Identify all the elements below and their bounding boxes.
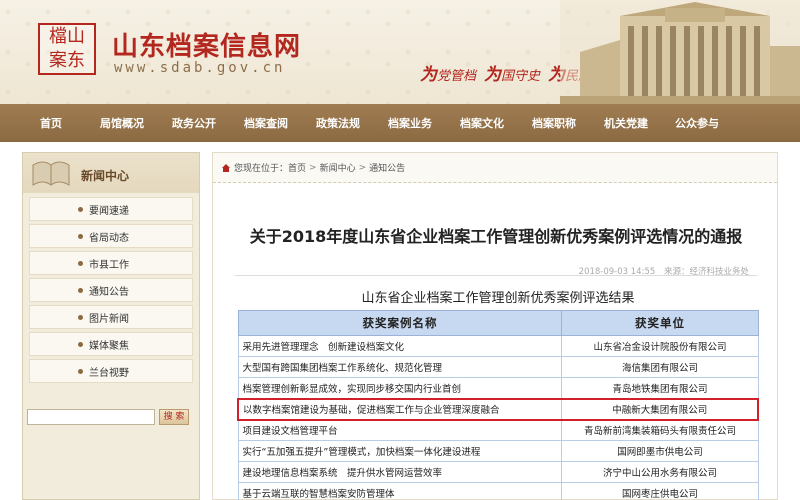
breadcrumb-notices[interactable]: 通知公告: [369, 161, 405, 174]
search-button[interactable]: 搜 索: [159, 409, 189, 425]
nav-item[interactable]: 首页: [16, 115, 86, 131]
sidebar-item[interactable]: 省局动态: [29, 224, 193, 248]
sidebar-item-label: 图片新闻: [89, 313, 129, 325]
bullet-icon: [78, 368, 83, 374]
book-icon: [32, 161, 70, 186]
sidebar-item-label: 市县工作: [89, 259, 129, 271]
sidebar: 新闻中心 要闻速递省局动态市县工作通知公告图片新闻媒体聚焦兰台视野 搜 索: [22, 152, 200, 500]
table-caption: 山东省企业档案工作管理创新优秀案例评选结果: [237, 281, 759, 310]
breadcrumb-separator: >: [358, 162, 367, 173]
sidebar-item[interactable]: 要闻速递: [29, 197, 193, 221]
unit-cell: 中融新大集团有限公司: [561, 397, 760, 421]
sidebar-item[interactable]: 通知公告: [29, 278, 193, 302]
bullet-icon: [78, 314, 83, 320]
slogan-phrase: 为党管档: [420, 65, 477, 85]
seal-line: 案东: [49, 50, 85, 71]
site-header: 檔山案东 山东档案信息网 www.sdab.gov.cn 为党管档为国守史为民服…: [0, 0, 800, 104]
site-url: www.sdab.gov.cn: [114, 60, 286, 76]
nav-item[interactable]: 机关党建: [590, 115, 662, 131]
unit-cell: 山东省冶金设计院股份有限公司: [561, 335, 759, 357]
main-nav: 首页 局馆概况 政务公开 档案查阅 政策法规 档案业务 档案文化 档案职称 机关党建 公众参与: [0, 104, 800, 142]
sidebar-title: 新闻中心: [81, 169, 130, 183]
breadcrumb-home[interactable]: 首页: [288, 161, 306, 174]
sidebar-item-label: 通知公告: [89, 286, 129, 298]
unit-cell: 济宁中山公用水务有限公司: [561, 461, 759, 483]
case-name-cell: 实行“五加强五提升”管理模式，加快档案一体化建设进程: [237, 440, 563, 462]
nav-item[interactable]: 档案查阅: [230, 115, 302, 131]
slogan-phrase: 为国守史: [484, 65, 541, 85]
site-logo-seal[interactable]: 檔山 案东: [38, 23, 96, 75]
table-row: 档案管理创新彰显成效，实现同步移交国内行业首创 青岛地铁集团有限公司: [237, 377, 759, 399]
nav-item[interactable]: 公众参与: [662, 115, 732, 131]
seal-line: 檔山: [49, 26, 85, 47]
breadcrumb: 您现在位于： 首页 > 新闻中心 > 通知公告: [213, 153, 777, 183]
table-row: 基于云端互联的智慧档案安防管理体 国网枣庄供电公司: [237, 482, 759, 500]
table-row: 建设地理信息档案系统 提升供水管网运营效率 济宁中山公用水务有限公司: [237, 461, 759, 483]
slogan-big-char: 为: [484, 65, 502, 85]
sidebar-item[interactable]: 市县工作: [29, 251, 193, 275]
sidebar-search: 搜 索: [27, 409, 189, 425]
sidebar-item[interactable]: 图片新闻: [29, 305, 193, 329]
table-row: 项目建设文档管理平台 青岛新前湾集装箱码头有限责任公司: [237, 419, 759, 441]
case-name-cell: 档案管理创新彰显成效，实现同步移交国内行业首创: [237, 377, 563, 399]
table-row: 实行“五加强五提升”管理模式，加快档案一体化建设进程 国网即墨市供电公司: [237, 440, 759, 462]
sidebar-item-label: 媒体聚焦: [89, 340, 129, 352]
nav-item[interactable]: 政务公开: [158, 115, 230, 131]
unit-cell: 国网枣庄供电公司: [561, 482, 759, 500]
main-content: 您现在位于： 首页 > 新闻中心 > 通知公告 关于2018年度山东省企业档案工…: [212, 152, 778, 500]
breadcrumb-prefix: 您现在位于：: [234, 164, 289, 174]
article-title: 关于2018年度山东省企业档案工作管理创新优秀案例评选情况的通报: [249, 227, 743, 246]
header-unit: 获奖单位: [561, 310, 759, 336]
nav-item[interactable]: 政策法规: [302, 115, 374, 131]
archive-building-image: [560, 0, 800, 104]
search-input[interactable]: [27, 409, 155, 425]
sidebar-item-label: 兰台视野: [89, 367, 129, 379]
unit-cell: 青岛地铁集团有限公司: [561, 377, 759, 399]
bullet-icon: [78, 206, 83, 212]
case-name-cell: 项目建设文档管理平台: [237, 419, 563, 441]
bullet-icon: [78, 341, 83, 347]
nav-item[interactable]: 档案业务: [374, 115, 446, 131]
table-row: 大型国有跨国集团档案工作系统化、规范化管理 海信集团有限公司: [237, 356, 759, 378]
unit-cell: 国网即墨市供电公司: [561, 440, 759, 462]
bullet-icon: [78, 233, 83, 239]
case-name-cell: 以数字档案馆建设为基础，促进档案工作与企业管理深度融合: [237, 397, 563, 421]
slogan-big-char: 为: [420, 65, 437, 85]
sidebar-item-label: 要闻速递: [89, 205, 129, 217]
home-icon: [222, 163, 230, 172]
case-results-table: 山东省企业档案工作管理创新优秀案例评选结果 获奖案例名称 获奖单位 采用先进管理…: [237, 281, 760, 500]
sidebar-item[interactable]: 媒体聚焦: [29, 332, 193, 356]
bullet-icon: [78, 287, 83, 293]
case-name-cell: 大型国有跨国集团档案工作系统化、规范化管理: [237, 356, 563, 378]
site-name[interactable]: 山东档案信息网: [112, 26, 301, 63]
table-header-row: 获奖案例名称 获奖单位: [237, 310, 759, 336]
unit-cell: 海信集团有限公司: [561, 356, 759, 378]
nav-item[interactable]: 档案职称: [518, 115, 590, 131]
table-row: 采用先进管理理念 创新建设档案文化 山东省冶金设计院股份有限公司: [237, 335, 759, 357]
slogan-text: 国守史: [501, 69, 541, 84]
header-case-name: 获奖案例名称: [237, 310, 563, 336]
sidebar-header: 新闻中心: [23, 153, 199, 193]
case-name-cell: 建设地理信息档案系统 提升供水管网运营效率: [237, 461, 563, 483]
unit-cell: 青岛新前湾集装箱码头有限责任公司: [561, 419, 759, 441]
bullet-icon: [78, 260, 83, 266]
case-name-cell: 基于云端互联的智慧档案安防管理体: [237, 482, 563, 500]
nav-item[interactable]: 局馆概况: [86, 115, 158, 131]
sidebar-item-label: 省局动态: [89, 232, 129, 244]
breadcrumb-news[interactable]: 新闻中心: [320, 161, 356, 174]
breadcrumb-separator: >: [309, 162, 317, 173]
nav-item[interactable]: 档案文化: [446, 115, 518, 131]
article-divider: [235, 275, 757, 276]
table-row: 以数字档案馆建设为基础，促进档案工作与企业管理深度融合 中融新大集团有限公司: [237, 397, 760, 421]
slogan-text: 党管档: [437, 69, 477, 84]
sidebar-list: 要闻速递省局动态市县工作通知公告图片新闻媒体聚焦兰台视野: [23, 193, 199, 383]
case-name-cell: 采用先进管理理念 创新建设档案文化: [237, 335, 563, 357]
sidebar-item[interactable]: 兰台视野: [29, 359, 193, 383]
